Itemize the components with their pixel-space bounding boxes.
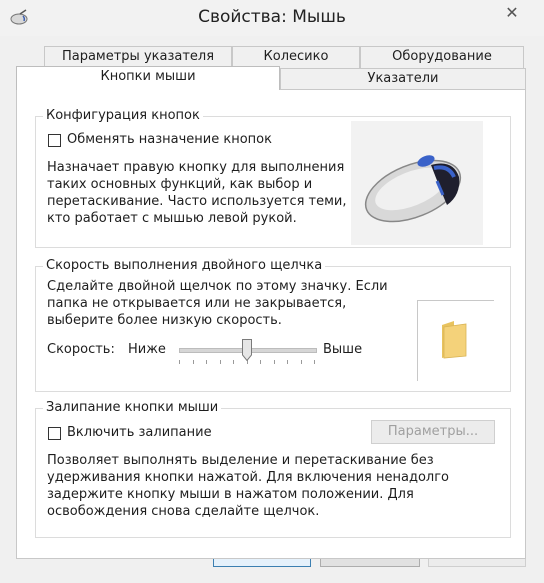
slider-tick [274, 360, 275, 364]
test-folder-area[interactable] [417, 300, 494, 381]
click-lock-group: Залипание кнопки мыши Включить залипание… [35, 400, 511, 538]
slider-tick [206, 360, 207, 364]
speed-label: Скорость: [47, 342, 115, 357]
swap-buttons-label[interactable]: Обменять назначение кнопок [67, 131, 272, 148]
slider-tick [287, 360, 288, 364]
click-lock-settings-button[interactable]: Параметры... [371, 420, 495, 444]
tab-buttons[interactable]: Кнопки мыши [16, 66, 280, 90]
tab-pointer-options[interactable]: Параметры указателя [44, 46, 232, 68]
click-lock-description: Позволяет выполнять выделение и перетаск… [47, 453, 450, 519]
window-title: Свойства: Мышь [198, 7, 346, 27]
speed-slider[interactable] [179, 339, 317, 369]
tab-pointers[interactable]: Указатели [280, 68, 526, 89]
slider-tick [179, 360, 180, 364]
speed-slow-label: Ниже [128, 342, 166, 357]
click-lock-label: Залипание кнопки мыши [43, 400, 222, 416]
speed-fast-label: Выше [323, 342, 363, 357]
double-click-description: Сделайте двойной щелчок по этому значку.… [47, 279, 388, 328]
double-click-group: Скорость выполнения двойного щелчка Сдел… [35, 258, 511, 392]
title-bar: Свойства: Мышь ✕ [0, 0, 544, 36]
slider-tick [193, 360, 194, 364]
button-config-label: Конфигурация кнопок [43, 108, 203, 124]
click-lock-checkbox-label[interactable]: Включить залипание [67, 424, 212, 441]
button-config-description: Назначает правую кнопку для выполнения т… [47, 160, 347, 226]
tab-wheel[interactable]: Колесико [232, 46, 360, 68]
slider-tick [314, 360, 315, 364]
folder-icon[interactable] [438, 319, 468, 359]
tab-hardware[interactable]: Оборудование [360, 46, 524, 68]
mouse-image [351, 121, 483, 245]
slider-tick [233, 360, 234, 364]
swap-buttons-checkbox[interactable] [48, 134, 61, 147]
slider-tick [301, 360, 302, 364]
close-icon[interactable]: ✕ [492, 0, 532, 26]
click-lock-checkbox[interactable] [48, 427, 61, 440]
tab-panel: Конфигурация кнопок Обменять назначение … [16, 89, 526, 559]
slider-tick [260, 360, 261, 364]
slider-tick [220, 360, 221, 364]
dialog-client: Параметры указателя Колесико Оборудовани… [0, 36, 544, 583]
double-click-label: Скорость выполнения двойного щелчка [43, 258, 326, 274]
button-config-group: Конфигурация кнопок Обменять назначение … [35, 108, 511, 248]
slider-thumb[interactable] [242, 339, 252, 362]
